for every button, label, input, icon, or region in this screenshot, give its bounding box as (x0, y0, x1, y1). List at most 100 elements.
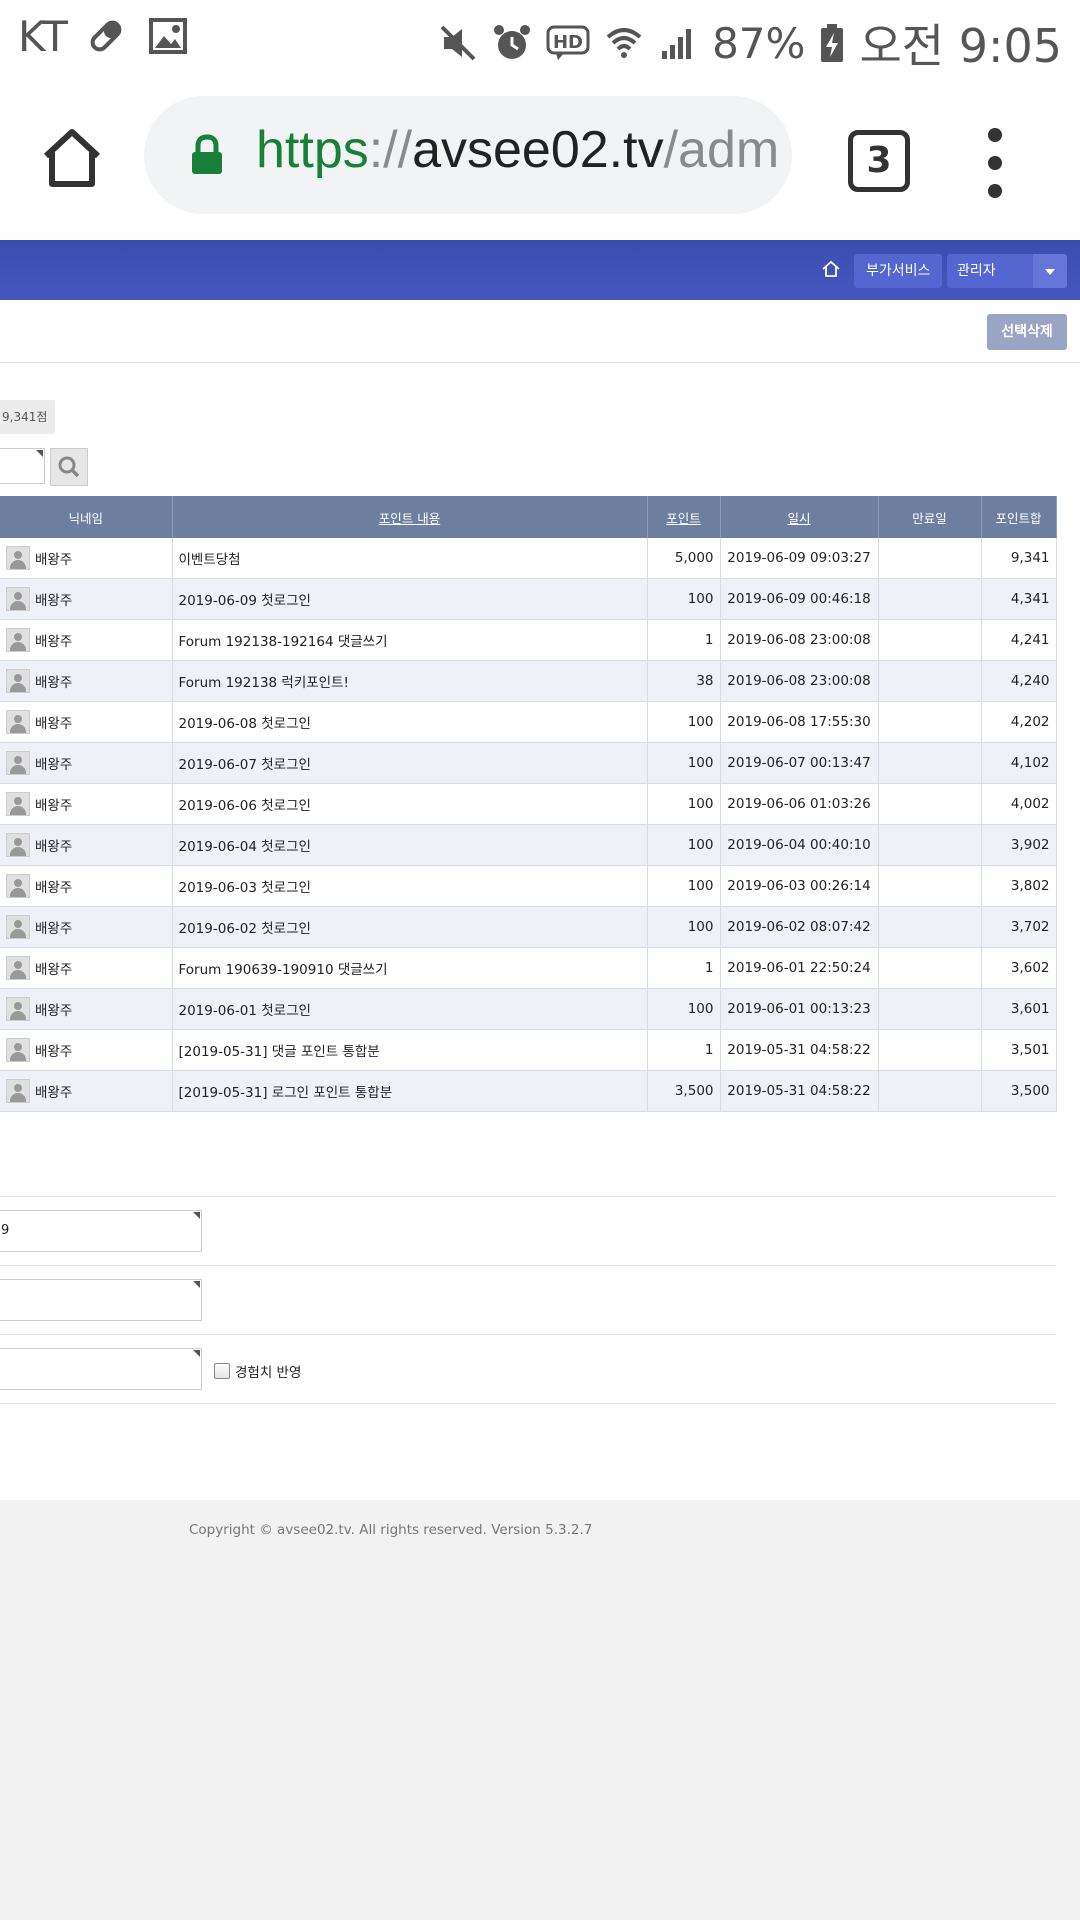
cell-nickname[interactable]: 배왕주 (0, 578, 173, 620)
nav-home-icon[interactable] (820, 258, 842, 280)
nickname-text[interactable]: 배왕주 (35, 1081, 72, 1101)
signal-icon (662, 29, 692, 59)
search-button[interactable] (50, 448, 88, 486)
cell-content: Forum 190639-190910 댓글쓰기 (172, 947, 648, 989)
exp-checkbox-label[interactable]: 경험치 반영 (235, 1361, 301, 1381)
form-input-1[interactable]: 9 (0, 1210, 202, 1252)
cell-expire (878, 619, 982, 661)
extra-service-button[interactable]: 부가서비스 (854, 254, 943, 288)
avatar (6, 833, 30, 857)
cell-total: 9,341 (981, 538, 1057, 579)
col-datetime-sort[interactable]: 일시 (720, 496, 879, 538)
avatar (6, 1079, 30, 1103)
cell-nickname[interactable]: 배왕주 (0, 906, 173, 948)
delete-selected-button[interactable]: 선택삭제 (987, 314, 1067, 350)
cell-nickname[interactable]: 배왕주 (0, 988, 173, 1030)
cell-content: 2019-06-07 첫로그인 (172, 742, 648, 784)
col-datetime-label: 일시 (787, 510, 811, 526)
nickname[interactable]: 배왕주 (6, 997, 166, 1021)
cell-total: 3,601 (981, 988, 1057, 1030)
nickname-text[interactable]: 배왕주 (35, 876, 72, 896)
total-points-badge: 9,341점 (0, 400, 56, 434)
nickname-text[interactable]: 배왕주 (35, 958, 72, 978)
cell-content: 2019-06-08 첫로그인 (172, 701, 648, 743)
nickname[interactable]: 배왕주 (6, 956, 166, 980)
nickname[interactable]: 배왕주 (6, 546, 166, 570)
nickname[interactable]: 배왕주 (6, 669, 166, 693)
cell-total: 4,341 (981, 578, 1057, 620)
browser-toolbar: https://avsee02.tv/adm 3 (0, 76, 1080, 240)
cell-total: 3,501 (981, 1029, 1057, 1071)
form-input-2[interactable] (0, 1279, 202, 1321)
form-input-3[interactable] (0, 1348, 202, 1390)
cell-nickname[interactable]: 배왕주 (0, 865, 173, 907)
search-input[interactable] (0, 448, 45, 484)
cell-nickname[interactable]: 배왕주 (0, 947, 173, 989)
url-scheme: https (256, 121, 369, 179)
nickname-text[interactable]: 배왕주 (35, 753, 72, 773)
pill-icon (90, 20, 122, 52)
cell-nickname[interactable]: 배왕주 (0, 701, 173, 743)
cell-expire (878, 988, 982, 1030)
cell-total: 3,702 (981, 906, 1057, 948)
cell-nickname[interactable]: 배왕주 (0, 619, 173, 661)
nickname-text[interactable]: 배왕주 (35, 999, 72, 1019)
cell-nickname[interactable]: 배왕주 (0, 1070, 173, 1112)
table-row: 배왕주 Forum 190639-190910 댓글쓰기 1 2019-06-01 2… (0, 947, 1057, 989)
nickname-text[interactable]: 배왕주 (35, 630, 72, 650)
col-content-sort[interactable]: 포인트 내용 (172, 496, 648, 538)
nickname[interactable]: 배왕주 (6, 915, 166, 939)
cell-nickname[interactable]: 배왕주 (0, 660, 173, 702)
address-bar[interactable]: https://avsee02.tv/adm (144, 96, 792, 214)
avatar (6, 710, 30, 734)
nickname[interactable]: 배왕주 (6, 587, 166, 611)
cell-nickname[interactable]: 배왕주 (0, 824, 173, 866)
home-icon[interactable] (38, 124, 106, 192)
cell-datetime: 2019-06-04 00:40:10 (720, 824, 879, 866)
cell-content: Forum 192138-192164 댓글쓰기 (172, 619, 648, 661)
nickname[interactable]: 배왕주 (6, 874, 166, 898)
avatar (6, 628, 30, 652)
nickname[interactable]: 배왕주 (6, 710, 166, 734)
nickname[interactable]: 배왕주 (6, 833, 166, 857)
tab-switcher-button[interactable]: 3 (848, 130, 910, 192)
nickname[interactable]: 배왕주 (6, 792, 166, 816)
col-point-sort[interactable]: 포인트 (647, 496, 721, 538)
admin-top-nav: 부가서비스 관리자 (0, 240, 1080, 300)
cell-nickname[interactable]: 배왕주 (0, 538, 173, 579)
cell-nickname[interactable]: 배왕주 (0, 742, 173, 784)
cell-nickname[interactable]: 배왕주 (0, 783, 173, 825)
more-menu-icon[interactable] (982, 128, 1008, 210)
nickname-text[interactable]: 배왕주 (35, 1040, 72, 1060)
cell-point: 100 (647, 701, 721, 743)
avatar (6, 956, 30, 980)
nickname-text[interactable]: 배왕주 (35, 835, 72, 855)
nickname-text[interactable]: 배왕주 (35, 589, 72, 609)
cell-expire (878, 947, 982, 989)
cell-nickname[interactable]: 배왕주 (0, 1029, 173, 1071)
avatar (6, 915, 30, 939)
nickname[interactable]: 배왕주 (6, 628, 166, 652)
carrier-label: KT (18, 12, 68, 61)
notification-icons (86, 16, 188, 56)
exp-checkbox[interactable] (214, 1363, 230, 1379)
nickname[interactable]: 배왕주 (6, 1038, 166, 1062)
table-row: 배왕주 2019-06-03 첫로그인 100 2019-06-03 00:26:14… (0, 865, 1057, 907)
nickname[interactable]: 배왕주 (6, 1079, 166, 1103)
nickname-text[interactable]: 배왕주 (35, 917, 72, 937)
cell-datetime: 2019-06-08 23:00:08 (720, 619, 879, 661)
admin-menu-button[interactable]: 관리자 (947, 254, 1037, 288)
battery-percent: 87% (712, 18, 806, 68)
cell-expire (878, 701, 982, 743)
nickname-text[interactable]: 배왕주 (35, 671, 72, 691)
avatar (6, 997, 30, 1021)
nickname[interactable]: 배왕주 (6, 751, 166, 775)
point-form: 9 경험치 반영 (0, 1196, 1056, 1404)
form-row: 경험치 반영 (0, 1335, 1056, 1404)
admin-dropdown-toggle[interactable] (1033, 254, 1067, 288)
nickname-text[interactable]: 배왕주 (35, 794, 72, 814)
nickname-text[interactable]: 배왕주 (35, 548, 72, 568)
cell-point: 1 (647, 1029, 721, 1071)
toolbar-row: 선택삭제 (0, 300, 1080, 363)
nickname-text[interactable]: 배왕주 (35, 712, 72, 732)
